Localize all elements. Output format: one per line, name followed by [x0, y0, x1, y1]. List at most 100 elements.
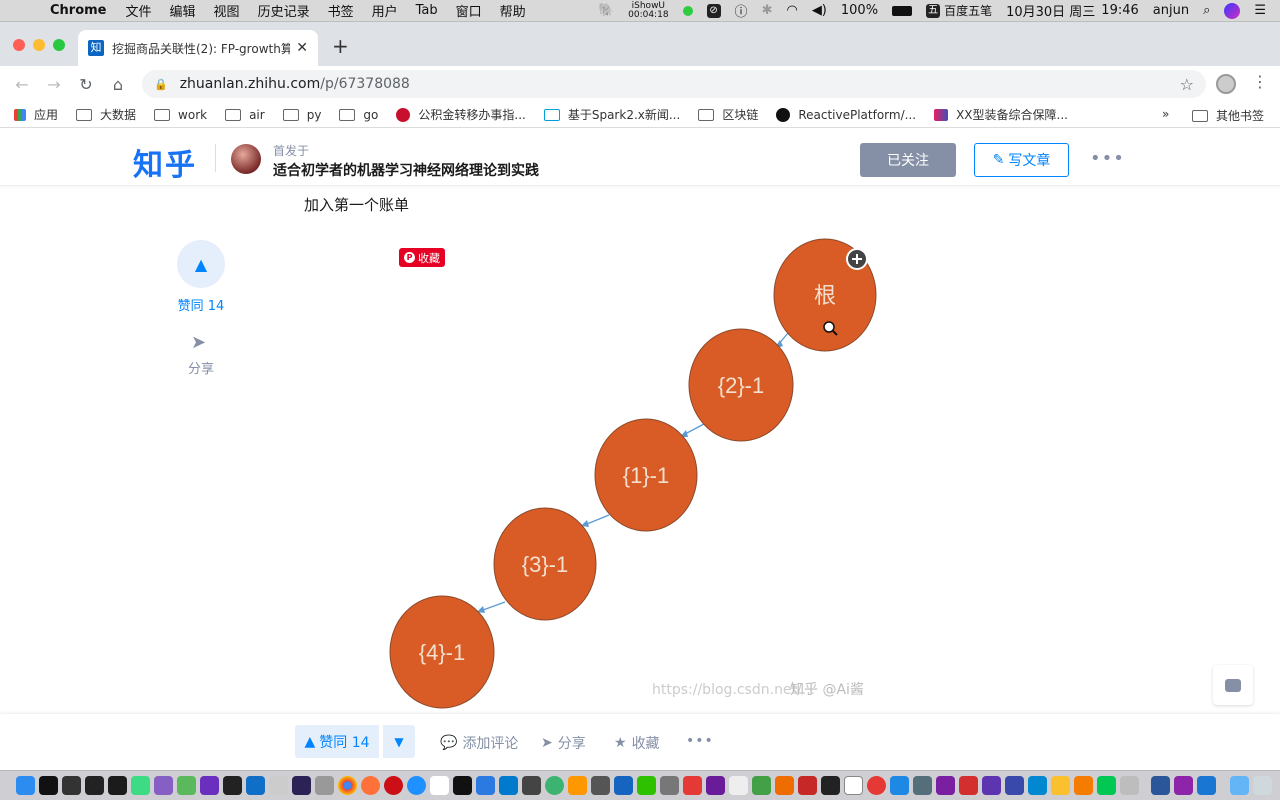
finder-icon[interactable]	[16, 776, 35, 795]
bookmark-folder-work[interactable]: work	[154, 108, 207, 122]
virtualbox-icon[interactable]	[614, 776, 633, 795]
share-button[interactable]: ➤ 分享	[541, 733, 586, 753]
word-icon[interactable]	[1151, 776, 1170, 795]
floating-side-button[interactable]	[1213, 665, 1253, 705]
accessibility-icon[interactable]: ⓘ	[735, 1, 748, 20]
menu-window[interactable]: 窗口	[456, 1, 482, 20]
ishowu-status[interactable]: iShowU 00:04:18	[628, 1, 668, 20]
chrome-icon[interactable]	[338, 776, 357, 795]
volume-icon[interactable]: ◀)	[812, 3, 827, 18]
side-vote-button[interactable]: ▲	[177, 240, 225, 288]
other-bookmarks[interactable]: 其他书签	[1192, 107, 1264, 124]
spotlight-icon[interactable]: ⌕	[1203, 3, 1210, 18]
typora-icon[interactable]	[729, 776, 748, 795]
opera-icon[interactable]	[384, 776, 403, 795]
menubar-time[interactable]: 19:46	[1101, 3, 1138, 18]
app-icon[interactable]	[706, 776, 725, 795]
acrobat-icon[interactable]	[959, 776, 978, 795]
reload-icon[interactable]: ↻	[70, 75, 102, 94]
visual-studio-icon[interactable]	[154, 776, 173, 795]
new-tab-button[interactable]: +	[332, 34, 349, 58]
bookmark-github[interactable]: ReactivePlatform/...	[776, 107, 916, 122]
bookmark-folder-py[interactable]: py	[282, 108, 321, 122]
app-icon[interactable]	[1174, 776, 1193, 795]
app-icon[interactable]	[1197, 776, 1216, 795]
app-icon[interactable]	[982, 776, 1001, 795]
zhihu-logo[interactable]: 知乎	[133, 140, 197, 184]
webstorm-icon[interactable]	[246, 776, 265, 795]
add-comment-button[interactable]: 💬 添加评论	[440, 733, 518, 753]
bookmark-folder-blockchain[interactable]: 区块链	[698, 106, 758, 123]
menubar-app-name[interactable]: Chrome	[50, 3, 107, 18]
app-icon[interactable]	[591, 776, 610, 795]
xcode-icon[interactable]	[890, 776, 909, 795]
bookmark-xx[interactable]: XX型装备综合保障...	[934, 106, 1068, 123]
app-icon[interactable]	[752, 776, 771, 795]
wifi-icon[interactable]: ◠	[786, 3, 797, 18]
window-zoom-button[interactable]	[53, 39, 65, 51]
forward-icon[interactable]: →	[38, 75, 70, 94]
battery-percent[interactable]: 100%	[841, 3, 878, 18]
app-icon[interactable]	[1097, 776, 1116, 795]
bookmark-gov[interactable]: 公积金转移办事指...	[396, 106, 526, 123]
downvote-button[interactable]: ▼	[383, 725, 415, 758]
tab-close-icon[interactable]: ✕	[296, 40, 308, 56]
intellij-icon[interactable]	[39, 776, 58, 795]
column-avatar[interactable]	[231, 144, 261, 174]
menu-tab[interactable]: Tab	[416, 3, 438, 18]
window-minimize-button[interactable]	[33, 39, 45, 51]
more-icon[interactable]: •••	[1090, 148, 1125, 169]
trash-icon[interactable]	[1253, 776, 1272, 795]
console-icon[interactable]	[821, 776, 840, 795]
android-studio-icon[interactable]	[131, 776, 150, 795]
app-icon[interactable]	[1028, 776, 1047, 795]
downloads-folder-icon[interactable]	[1230, 776, 1249, 795]
app-icon[interactable]	[683, 776, 702, 795]
firefox-icon[interactable]	[361, 776, 380, 795]
app-icon[interactable]	[545, 776, 564, 795]
sublime-icon[interactable]	[568, 776, 587, 795]
fp-tree-figure[interactable]: 根 {2}-1 {1}-1 {3}-1 {4}-1	[370, 225, 910, 715]
app-icon[interactable]	[1005, 776, 1024, 795]
write-article-button[interactable]: ✎ 写文章	[974, 143, 1069, 177]
side-vote-label[interactable]: 赞同 14	[170, 295, 232, 314]
terminal-icon[interactable]	[453, 776, 472, 795]
menu-history[interactable]: 历史记录	[258, 1, 310, 20]
bookmark-star-icon[interactable]: ☆	[1180, 75, 1194, 94]
phpstorm-icon[interactable]	[200, 776, 219, 795]
bookmark-folder-go[interactable]: go	[339, 108, 378, 122]
bookmark-folder-air[interactable]: air	[225, 108, 265, 122]
app-icon[interactable]	[476, 776, 495, 795]
app-icon[interactable]	[177, 776, 196, 795]
chrome-menu-icon[interactable]: ⋮	[1252, 72, 1268, 91]
ime-name[interactable]: 百度五笔	[944, 2, 992, 19]
menu-edit[interactable]: 编辑	[170, 1, 196, 20]
app-icon[interactable]	[1051, 776, 1070, 795]
eclipse-icon[interactable]	[292, 776, 311, 795]
app-icon[interactable]	[660, 776, 679, 795]
menu-people[interactable]: 用户	[372, 1, 398, 20]
home-icon[interactable]: ⌂	[102, 75, 134, 94]
vscode-icon[interactable]	[499, 776, 518, 795]
more-actions-icon[interactable]: •••	[686, 733, 714, 749]
pycharm-icon[interactable]	[108, 776, 127, 795]
window-close-button[interactable]	[13, 39, 25, 51]
app-icon[interactable]	[913, 776, 932, 795]
launchpad-icon[interactable]	[315, 776, 334, 795]
menu-bookmarks[interactable]: 书签	[328, 1, 354, 20]
menu-file[interactable]: 文件	[126, 1, 152, 20]
datagrip-icon[interactable]	[223, 776, 242, 795]
app-icon[interactable]	[1120, 776, 1139, 795]
wechat-icon[interactable]	[637, 776, 656, 795]
bluetooth-icon[interactable]: ✱	[762, 3, 773, 18]
bookmarks-overflow-button[interactable]: »	[1162, 107, 1169, 121]
siri-icon[interactable]	[1224, 2, 1241, 19]
back-icon[interactable]: ←	[6, 75, 38, 94]
followed-button[interactable]: 已关注	[860, 143, 956, 177]
app-icon[interactable]	[62, 776, 81, 795]
goland-icon[interactable]	[85, 776, 104, 795]
share-icon[interactable]: ➤	[191, 332, 206, 353]
profile-avatar[interactable]	[1216, 74, 1236, 94]
menu-view[interactable]: 视图	[214, 1, 240, 20]
app-icon[interactable]	[1074, 776, 1093, 795]
